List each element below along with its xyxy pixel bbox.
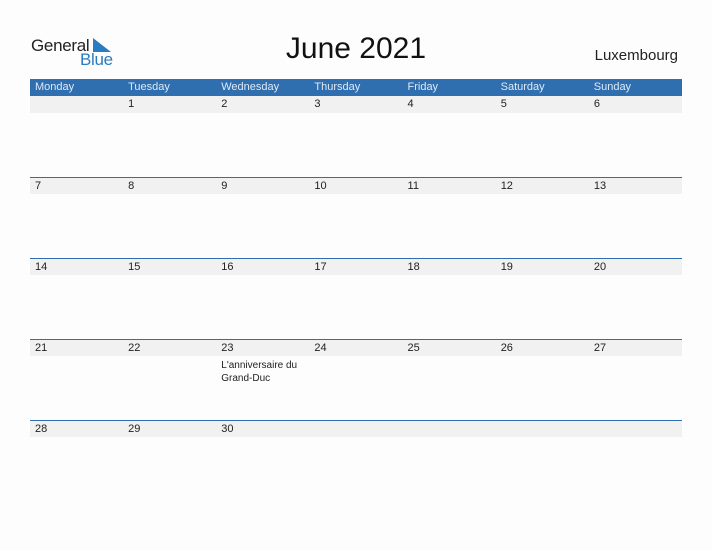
week-row: 1 2 3 4 5 6	[30, 96, 682, 177]
day-cell	[589, 421, 682, 501]
weekday-friday: Friday	[407, 81, 439, 93]
weekday-saturday: Saturday	[500, 81, 545, 93]
day-cell: 27	[589, 340, 682, 420]
day-cell: 15	[123, 259, 216, 339]
day-number: 24	[314, 342, 327, 354]
day-number: 28	[35, 423, 48, 435]
day-number: 19	[500, 261, 513, 273]
day-number: 4	[407, 98, 414, 110]
day-number: 11	[407, 180, 419, 192]
day-cell: 20	[589, 259, 682, 339]
day-cell: 2	[216, 96, 309, 176]
holiday-event: L'anniversaire du Grand-Duc	[221, 360, 298, 384]
day-cell: 7	[30, 178, 123, 258]
day-number: 16	[221, 261, 234, 273]
day-number: 17	[314, 261, 327, 273]
week-row: 28 29 30	[30, 420, 682, 501]
day-cell: 16	[216, 259, 309, 339]
weeks-container: 1 2 3 4 5 6 7 8 9 10 11 12 13 14 15 16 17 18 19 20 21 22 23 L'a…	[30, 96, 682, 501]
day-number: 18	[407, 261, 420, 273]
day-number: 7	[35, 180, 42, 192]
day-cell	[30, 96, 123, 176]
day-cell: 11	[403, 178, 496, 258]
day-number: 22	[128, 342, 141, 354]
day-number: 25	[407, 342, 420, 354]
day-cell: 6	[589, 96, 682, 176]
day-number: 14	[35, 261, 48, 273]
week-row: 7 8 9 10 11 12 13	[30, 177, 682, 258]
weekday-tuesday: Tuesday	[128, 81, 170, 93]
day-number: 8	[128, 180, 135, 192]
weekday-header: Monday Tuesday Wednesday Thursday Friday…	[30, 79, 682, 96]
day-number: 20	[593, 261, 607, 273]
day-cell: 14	[30, 259, 123, 339]
day-cell	[496, 421, 589, 501]
day-cell: 3	[309, 96, 402, 176]
day-number: 29	[128, 423, 141, 435]
day-cell: 30	[216, 421, 309, 501]
day-number: 30	[221, 423, 234, 435]
day-cell: 1	[123, 96, 216, 176]
day-cell: 17	[309, 259, 402, 339]
day-cell: 21	[30, 340, 123, 420]
day-number: 23	[221, 342, 234, 354]
day-number: 6	[593, 98, 600, 110]
day-number: 5	[500, 98, 507, 110]
day-number: 1	[128, 98, 135, 110]
day-cell	[403, 421, 496, 501]
day-cell: 29	[123, 421, 216, 501]
day-cell: 12	[496, 178, 589, 258]
day-number: 27	[593, 342, 607, 354]
day-cell: 22	[123, 340, 216, 420]
weekday-wednesday: Wednesday	[221, 81, 280, 93]
day-cell: 23 L'anniversaire du Grand-Duc	[216, 340, 309, 420]
day-cell: 9	[216, 178, 309, 258]
day-cell: 19	[496, 259, 589, 339]
day-number: 2	[221, 98, 228, 110]
weekday-monday: Monday	[35, 81, 75, 93]
day-cell: 18	[403, 259, 496, 339]
country-label: Luxembourg	[594, 47, 678, 64]
week-row: 14 15 16 17 18 19 20	[30, 258, 682, 339]
day-cell: 28	[30, 421, 123, 501]
calendar-grid: Monday Tuesday Wednesday Thursday Friday…	[30, 79, 682, 501]
week-row: 21 22 23 L'anniversaire du Grand-Duc 24 25 26 2…	[30, 339, 682, 420]
day-cell: 5	[496, 96, 589, 176]
weekday-sunday: Sunday	[593, 81, 632, 93]
day-number: 12	[500, 180, 513, 192]
day-cell: 25	[403, 340, 496, 420]
day-cell: 26	[496, 340, 589, 420]
day-number: 10	[314, 180, 327, 192]
day-number: 15	[128, 261, 141, 273]
weekday-thursday: Thursday	[314, 81, 361, 93]
day-number: 3	[314, 98, 321, 110]
day-cell: 13	[589, 178, 682, 258]
day-number: 13	[593, 180, 607, 192]
day-cell: 8	[123, 178, 216, 258]
day-cell	[309, 421, 402, 501]
day-number: 21	[35, 342, 48, 354]
day-number: 26	[500, 342, 513, 354]
day-cell: 10	[309, 178, 402, 258]
day-cell: 24	[309, 340, 402, 420]
day-cell: 4	[403, 96, 496, 176]
day-number: 9	[221, 180, 228, 192]
